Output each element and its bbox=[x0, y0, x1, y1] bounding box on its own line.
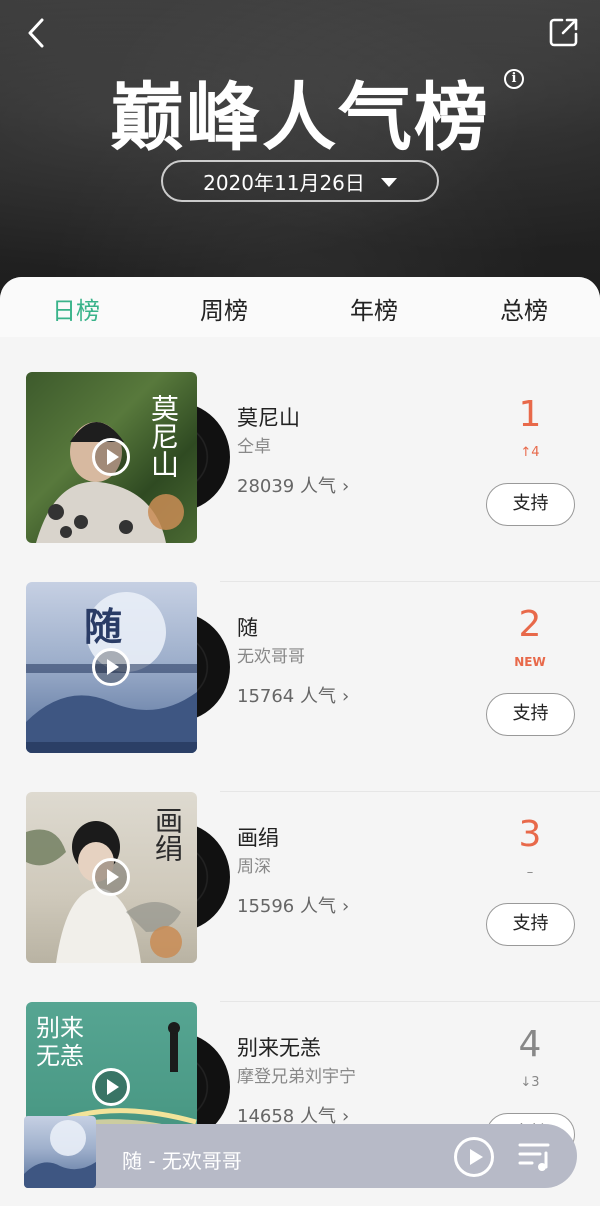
cover-art-icon bbox=[24, 1120, 96, 1188]
rank-trend: ↓3 bbox=[520, 1075, 540, 1090]
now-playing-cover[interactable] bbox=[24, 1116, 96, 1188]
back-icon bbox=[28, 18, 44, 48]
support-button[interactable]: 支持 bbox=[486, 903, 575, 946]
artist-name: 无欢哥哥 bbox=[237, 647, 305, 667]
rank-trend: ↑4 bbox=[520, 445, 540, 460]
rank-trend: NEW bbox=[514, 655, 546, 669]
cover-title: 随 bbox=[84, 604, 123, 649]
song-title: 别来无恙 bbox=[237, 1036, 321, 1060]
now-playing-label: 随 - 无欢哥哥 bbox=[122, 1149, 242, 1173]
support-button[interactable]: 支持 bbox=[486, 483, 575, 526]
chart-header: 巅峰人气榜 i 2020年11月26日 bbox=[0, 0, 600, 300]
rank-number: 1 bbox=[518, 394, 542, 435]
playlist-icon bbox=[518, 1143, 550, 1171]
tab-yearly[interactable]: 年榜 bbox=[324, 291, 424, 326]
popularity-count: 28039 人气 bbox=[237, 476, 336, 497]
rank-number: 4 bbox=[518, 1024, 542, 1065]
tab-all-time[interactable]: 总榜 bbox=[474, 291, 574, 326]
album-cover[interactable]: 画绢 bbox=[26, 792, 197, 963]
artist-name: 周深 bbox=[237, 857, 271, 877]
chevron-right-icon: › bbox=[341, 896, 350, 917]
mini-player[interactable] bbox=[24, 1124, 577, 1188]
play-icon[interactable] bbox=[92, 648, 130, 686]
play-icon[interactable] bbox=[92, 858, 130, 896]
album-cover[interactable]: 随 bbox=[26, 582, 197, 753]
play-icon[interactable] bbox=[92, 1068, 130, 1106]
tab-daily[interactable]: 日榜 bbox=[26, 291, 126, 326]
list-item[interactable]: 随 随 无欢哥哥 15764 人气 › 2 NEW 支持 bbox=[0, 582, 600, 792]
album-cover[interactable]: 莫尼山 bbox=[26, 372, 197, 543]
date-label: 2020年11月26日 bbox=[203, 170, 365, 195]
list-item[interactable]: 画绢 画绢 周深 15596 人气 › 3 – 支持 bbox=[0, 792, 600, 1002]
period-tabs: 日榜 周榜 年榜 总榜 bbox=[0, 277, 600, 337]
back-button[interactable] bbox=[22, 16, 52, 50]
cover-title: 画绢 bbox=[151, 806, 184, 862]
ranking-panel: 日榜 周榜 年榜 总榜 莫尼山 莫尼山 仝卓 28039 人气 › 1 ↑4 支… bbox=[0, 277, 600, 1206]
tab-weekly[interactable]: 周榜 bbox=[174, 291, 274, 326]
popularity-link[interactable]: 15596 人气 › bbox=[237, 892, 349, 918]
song-title: 画绢 bbox=[237, 826, 279, 850]
rank-trend: – bbox=[526, 865, 534, 880]
song-title: 莫尼山 bbox=[237, 406, 300, 430]
support-button[interactable]: 支持 bbox=[486, 693, 575, 736]
info-icon[interactable]: i bbox=[504, 69, 524, 89]
share-button[interactable] bbox=[548, 16, 580, 48]
cover-title: 莫尼山 bbox=[147, 394, 180, 478]
artist-name: 仝卓 bbox=[237, 437, 271, 457]
cover-title: 别来无恙 bbox=[36, 1014, 84, 1070]
rank-number: 2 bbox=[518, 604, 542, 645]
song-title: 随 bbox=[237, 616, 258, 640]
popularity-link[interactable]: 15764 人气 › bbox=[237, 682, 349, 708]
play-button[interactable] bbox=[454, 1137, 494, 1177]
popularity-count: 15596 人气 bbox=[237, 896, 336, 917]
date-selector[interactable]: 2020年11月26日 bbox=[161, 160, 439, 202]
popularity-count: 15764 人气 bbox=[237, 686, 336, 707]
list-item[interactable]: 莫尼山 莫尼山 仝卓 28039 人气 › 1 ↑4 支持 bbox=[0, 372, 600, 582]
chevron-down-icon bbox=[380, 177, 397, 187]
chevron-right-icon: › bbox=[341, 686, 350, 707]
play-icon[interactable] bbox=[92, 438, 130, 476]
artist-name: 摩登兄弟刘宇宁 bbox=[237, 1067, 356, 1087]
rank-number: 3 bbox=[518, 814, 542, 855]
share-icon bbox=[549, 18, 578, 47]
playlist-button[interactable] bbox=[518, 1140, 552, 1172]
chevron-right-icon: › bbox=[341, 476, 350, 497]
popularity-link[interactable]: 28039 人气 › bbox=[237, 472, 349, 498]
